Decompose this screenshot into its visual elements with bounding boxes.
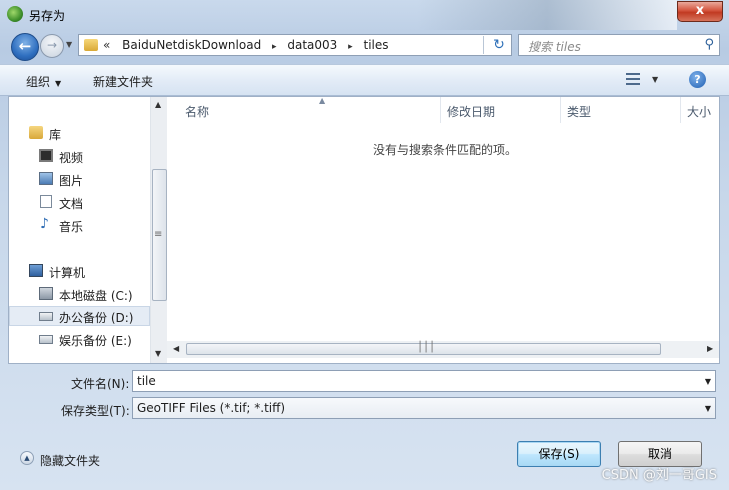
nav-label-documents: 文档 bbox=[59, 197, 84, 211]
view-options-icon[interactable] bbox=[626, 73, 640, 85]
filename-value: tile bbox=[137, 374, 156, 388]
title-bar: 另存为 x bbox=[0, 0, 729, 30]
address-divider bbox=[483, 36, 484, 54]
drive-d-icon bbox=[39, 312, 53, 321]
sort-ascending-icon: ▲ bbox=[319, 96, 326, 105]
nav-label-computer: 计算机 bbox=[49, 266, 86, 280]
chevron-down-icon: ▼ bbox=[55, 79, 62, 88]
back-button[interactable]: ← bbox=[11, 33, 39, 61]
drive-e-icon bbox=[39, 335, 53, 344]
drive-c-icon bbox=[39, 287, 53, 300]
music-icon: ♪ bbox=[40, 216, 49, 232]
nav-label-libraries: 库 bbox=[49, 128, 62, 142]
titlebar-background-art bbox=[417, 0, 677, 30]
toolbar: 组织 ▼ 新建文件夹 ▼ ? bbox=[0, 64, 729, 96]
save-as-dialog: 另存为 x ← → ▼ « BaiduNetdiskDownload ▸ dat… bbox=[0, 0, 729, 490]
nav-label-music: 音乐 bbox=[59, 220, 84, 234]
filetype-value: GeoTIFF Files (*.tif; *.tiff) bbox=[137, 401, 286, 415]
scroll-up-icon[interactable]: ▲ bbox=[155, 100, 161, 109]
column-header-type[interactable]: 类型 bbox=[561, 97, 681, 123]
breadcrumb: « BaiduNetdiskDownload ▸ data003 ▸ tiles bbox=[103, 38, 389, 52]
dialog-title: 另存为 bbox=[29, 9, 66, 23]
video-icon bbox=[39, 149, 53, 162]
nav-item-local-disk-c[interactable]: 本地磁盘 (C:) bbox=[9, 284, 150, 304]
nav-label-office-backup-d: 办公备份 (D:) bbox=[59, 311, 134, 325]
picture-icon bbox=[39, 172, 53, 185]
horizontal-grip-icon: │││ bbox=[417, 342, 436, 353]
search-input[interactable]: 搜索 tiles ⚲ bbox=[518, 34, 720, 56]
column-header-modified[interactable]: 修改日期 bbox=[441, 97, 561, 123]
help-icon[interactable]: ? bbox=[689, 71, 706, 88]
breadcrumb-overflow[interactable]: « bbox=[103, 38, 110, 52]
breadcrumb-separator-icon[interactable]: ▸ bbox=[348, 42, 353, 52]
search-icon[interactable]: ⚲ bbox=[704, 37, 714, 52]
forward-button[interactable]: → bbox=[40, 34, 64, 58]
column-header-name[interactable]: 名称 ▲ bbox=[179, 96, 441, 123]
hide-folders-toggle-icon[interactable]: ▲ bbox=[20, 451, 34, 465]
computer-icon bbox=[29, 264, 43, 277]
nav-item-pictures[interactable]: 图片 bbox=[9, 169, 150, 189]
app-icon bbox=[7, 6, 23, 22]
nav-label-videos: 视频 bbox=[59, 151, 84, 165]
hide-folders-link[interactable]: 隐藏文件夹 bbox=[40, 452, 100, 469]
folder-icon bbox=[84, 39, 98, 51]
recent-locations-dropdown[interactable]: ▼ bbox=[66, 40, 72, 49]
close-button[interactable]: x bbox=[677, 1, 723, 22]
nav-item-libraries[interactable]: 库 bbox=[9, 123, 150, 143]
filename-label: 文件名(N): bbox=[71, 377, 130, 391]
nav-label-local-disk-c: 本地磁盘 (C:) bbox=[59, 289, 133, 303]
organize-menu[interactable]: 组织 ▼ bbox=[26, 73, 61, 90]
nav-label-pictures: 图片 bbox=[59, 174, 84, 188]
browser-area: 库 视频 图片 文档 ♪ 音乐 计算机 本地磁盘 (C:) 办公备份 (D:) … bbox=[8, 96, 720, 364]
nav-item-computer[interactable]: 计算机 bbox=[9, 261, 150, 281]
file-list-horizontal-scrollbar[interactable]: ◀ │││ ▶ bbox=[167, 341, 719, 358]
filename-dropdown-icon[interactable]: ▼ bbox=[705, 377, 711, 386]
nav-label-entertainment-backup-e: 娱乐备份 (E:) bbox=[59, 334, 132, 348]
nav-item-music[interactable]: ♪ 音乐 bbox=[9, 215, 150, 235]
nav-item-videos[interactable]: 视频 bbox=[9, 146, 150, 166]
refresh-icon[interactable]: ↻ bbox=[487, 35, 511, 55]
nav-item-entertainment-backup-e[interactable]: 娱乐备份 (E:) bbox=[9, 329, 150, 349]
breadcrumb-data003[interactable]: data003 bbox=[287, 38, 337, 52]
breadcrumb-tiles[interactable]: tiles bbox=[364, 38, 389, 52]
column-header-size[interactable]: 大小 bbox=[681, 97, 719, 123]
library-icon bbox=[29, 126, 43, 139]
breadcrumb-baidunetdiskdownload[interactable]: BaiduNetdiskDownload bbox=[122, 38, 261, 52]
filetype-dropdown-icon[interactable]: ▼ bbox=[705, 404, 711, 413]
organize-label: 组织 bbox=[26, 75, 51, 89]
scroll-right-icon[interactable]: ▶ bbox=[707, 344, 713, 353]
scroll-left-icon[interactable]: ◀ bbox=[173, 344, 179, 353]
empty-results-message: 没有与搜索条件匹配的项。 bbox=[373, 143, 518, 157]
breadcrumb-separator-icon[interactable]: ▸ bbox=[272, 42, 277, 52]
document-icon bbox=[40, 195, 52, 208]
filetype-label: 保存类型(T): bbox=[61, 404, 130, 418]
search-placeholder: 搜索 tiles bbox=[528, 40, 581, 54]
navigation-pane: 库 视频 图片 文档 ♪ 音乐 计算机 本地磁盘 (C:) 办公备份 (D:) … bbox=[9, 97, 150, 363]
scroll-grip-icon: ≡ bbox=[154, 229, 163, 240]
view-chevron-down-icon[interactable]: ▼ bbox=[652, 75, 658, 84]
nav-item-office-backup-d[interactable]: 办公备份 (D:) bbox=[9, 306, 150, 326]
column-name-label: 名称 bbox=[185, 105, 210, 119]
watermark-text: CSDN @刘一哥GIS bbox=[601, 468, 717, 483]
save-button[interactable]: 保存(S) bbox=[517, 441, 601, 467]
scroll-down-icon[interactable]: ▼ bbox=[155, 349, 161, 358]
filename-input[interactable]: tile ▼ bbox=[132, 370, 716, 392]
new-folder-button[interactable]: 新建文件夹 bbox=[93, 73, 153, 90]
nav-item-documents[interactable]: 文档 bbox=[9, 192, 150, 212]
file-list-pane: 名称 ▲ 修改日期 类型 大小 没有与搜索条件匹配的项。 ◀ │││ ▶ bbox=[167, 96, 719, 363]
address-bar[interactable]: « BaiduNetdiskDownload ▸ data003 ▸ tiles bbox=[78, 34, 512, 56]
navigation-scrollbar[interactable]: ▲ ≡ ▼ bbox=[150, 97, 167, 363]
filetype-select[interactable]: GeoTIFF Files (*.tif; *.tiff) ▼ bbox=[132, 397, 716, 419]
